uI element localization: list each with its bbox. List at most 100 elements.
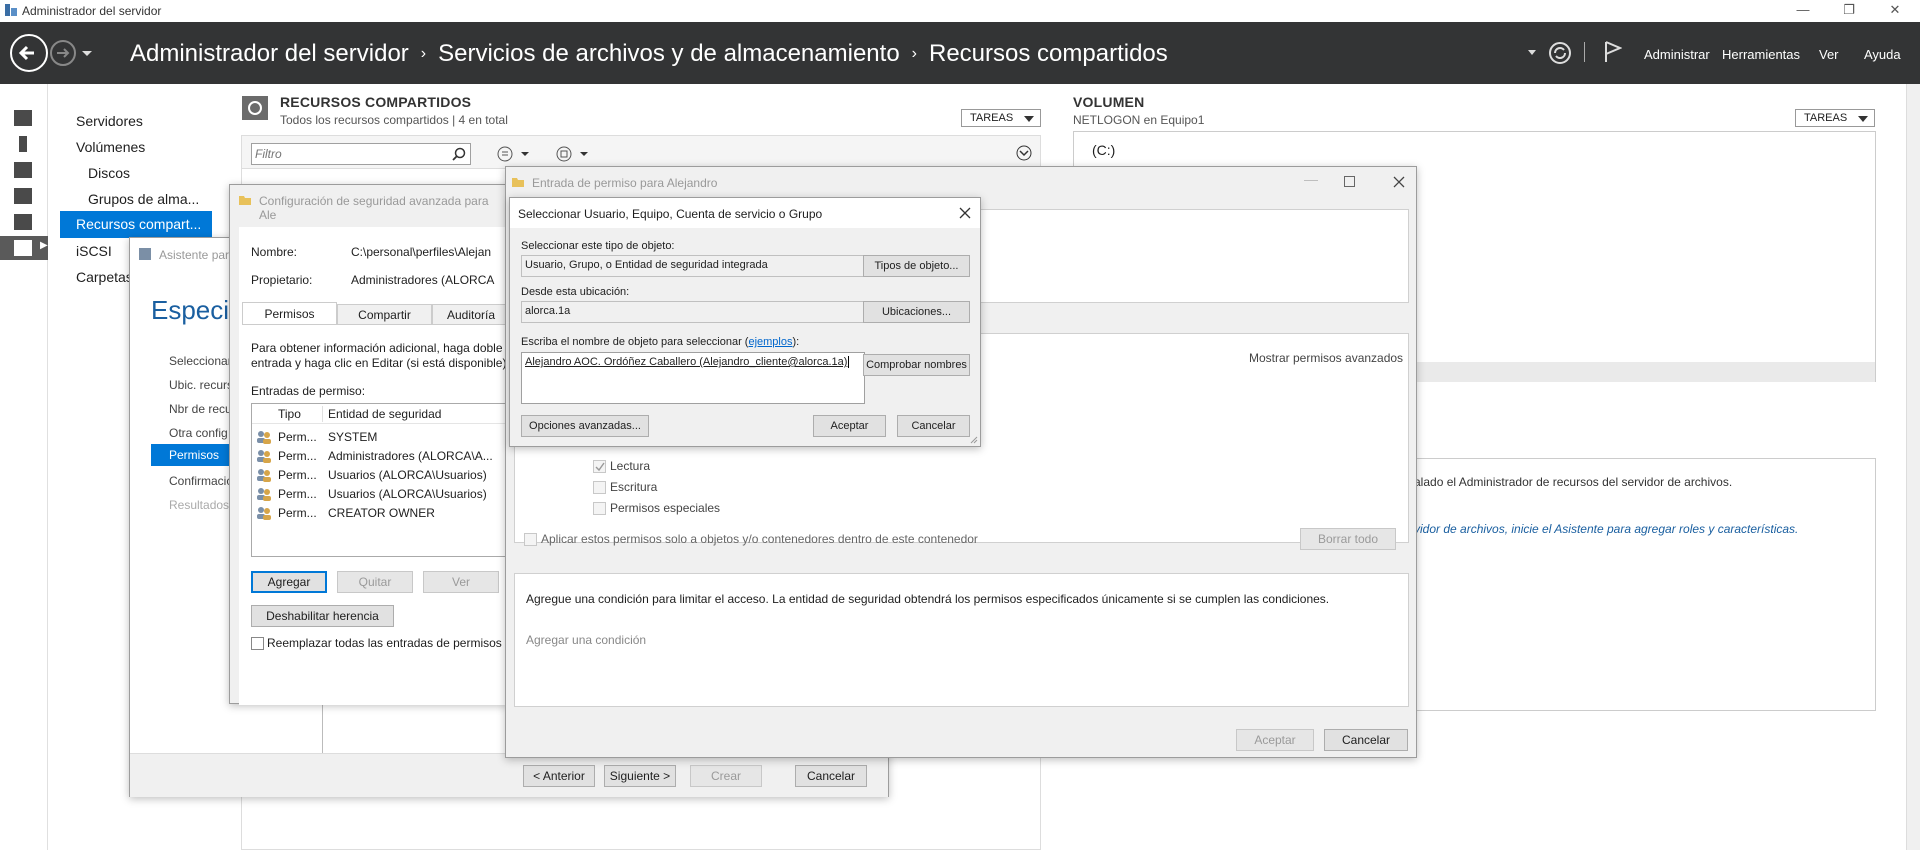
- write-checkbox[interactable]: [593, 481, 606, 494]
- menu-administrar[interactable]: Administrar: [1644, 47, 1710, 62]
- wizard-next-button[interactable]: Siguiente >: [604, 765, 676, 787]
- refresh-icon[interactable]: [1548, 41, 1572, 65]
- forward-button[interactable]: [50, 40, 76, 66]
- col-principal-header[interactable]: Entidad de seguridad: [328, 407, 441, 421]
- sidebar-item-shares[interactable]: Recursos compart...: [60, 211, 212, 238]
- permentry-title: Entrada de permiso para Alejandro: [532, 176, 718, 190]
- maximize-button[interactable]: ❐: [1826, 0, 1872, 22]
- maximize-icon[interactable]: [1344, 176, 1356, 188]
- owner-label: Propietario:: [251, 273, 313, 287]
- sidebar-item-servers[interactable]: Servidores: [76, 113, 143, 129]
- shares-section-icon: [242, 96, 268, 120]
- shares-tasks-dropdown[interactable]: TAREAS: [961, 109, 1041, 127]
- minimize-button[interactable]: —: [1296, 171, 1326, 187]
- close-button[interactable]: ✕: [1872, 0, 1918, 22]
- examples-link[interactable]: ejemplos: [748, 336, 792, 348]
- all-servers-icon[interactable]: [14, 162, 32, 178]
- storage-nav-selected[interactable]: ▶: [0, 236, 48, 260]
- clear-all-button[interactable]: Borrar todo: [1300, 528, 1396, 550]
- users-icon: [257, 450, 271, 463]
- sidebar-item-storage-pools[interactable]: Grupos de alma...: [88, 191, 199, 207]
- menu-ayuda[interactable]: Ayuda: [1864, 47, 1901, 62]
- col-type-header[interactable]: Tipo: [278, 407, 301, 421]
- sidebar-item-disks[interactable]: Discos: [88, 165, 130, 181]
- remove-button[interactable]: Quitar: [337, 571, 413, 593]
- tab-auditoria[interactable]: Auditoría: [432, 304, 510, 325]
- volume-tasks-dropdown[interactable]: TAREAS: [1795, 109, 1875, 127]
- wizard-create-button[interactable]: Crear: [690, 765, 762, 787]
- special-permissions-label: Permisos especiales: [610, 501, 721, 515]
- permission-entry-row[interactable]: Perm... CREATOR OWNER: [252, 504, 509, 523]
- volume-title: VOLUMEN: [1073, 94, 1145, 110]
- tab-permisos[interactable]: Permisos: [242, 302, 337, 325]
- permission-entry-row[interactable]: Perm... Administradores (ALORCA\A...: [252, 447, 509, 466]
- permentry-cancel-button[interactable]: Cancelar: [1324, 729, 1408, 751]
- sidebar-item-work-folders[interactable]: Carpetas: [76, 269, 133, 285]
- object-name-textarea[interactable]: Alejandro AOC. Ordóñez Caballero (Alejan…: [521, 352, 865, 404]
- apply-only-label: Aplicar estos permisos solo a objetos y/…: [541, 532, 978, 546]
- menu-ver[interactable]: Ver: [1819, 47, 1839, 62]
- select-ok-button[interactable]: Aceptar: [813, 415, 886, 437]
- history-dropdown-icon[interactable]: [82, 50, 92, 58]
- info-line: entrada y haga clic en Editar (si está d…: [251, 356, 507, 370]
- chevron-down-icon[interactable]: [1528, 50, 1536, 56]
- wizard-step: Nbr de recu: [169, 402, 232, 416]
- entry-principal: Usuarios (ALORCA\Usuarios): [328, 468, 487, 482]
- close-icon[interactable]: [1393, 176, 1405, 188]
- name-label: Nombre:: [251, 245, 298, 259]
- local-server-icon[interactable]: [19, 136, 27, 152]
- entries-label: Entradas de permiso:: [251, 384, 366, 398]
- sidebar-item-volumes[interactable]: Volúmenes: [76, 139, 145, 155]
- entry-type: Perm...: [278, 506, 317, 520]
- collapse-chevron-icon[interactable]: [1016, 145, 1032, 161]
- filter-input[interactable]: [251, 143, 471, 165]
- save-query-icon[interactable]: [556, 146, 592, 162]
- permission-entry-row[interactable]: Perm... Usuarios (ALORCA\Usuarios): [252, 466, 509, 485]
- resize-grip-icon[interactable]: [970, 436, 978, 444]
- add-condition-link[interactable]: Agregar una condición: [526, 633, 646, 647]
- search-icon[interactable]: [452, 147, 466, 161]
- show-advanced-permissions-link[interactable]: Mostrar permisos avanzados: [1249, 351, 1403, 365]
- permission-entry-row[interactable]: Perm... Usuarios (ALORCA\Usuarios): [252, 485, 509, 504]
- add-roles-wizard-link[interactable]: vidor de archivos, inicie el Asistente p…: [1414, 522, 1798, 536]
- object-types-button[interactable]: Tipos de objeto...: [863, 255, 970, 277]
- dashboard-icon[interactable]: [14, 110, 32, 126]
- permentry-ok-button[interactable]: Aceptar: [1236, 729, 1314, 751]
- users-icon: [257, 507, 271, 520]
- back-button[interactable]: [10, 34, 48, 72]
- view-button[interactable]: Ver: [423, 571, 499, 593]
- entry-principal: CREATOR OWNER: [328, 506, 435, 520]
- fsrm-note: alado el Administrador de recursos del s…: [1414, 475, 1733, 489]
- sidebar-item-iscsi[interactable]: iSCSI: [76, 243, 112, 259]
- tab-compartir[interactable]: Compartir: [337, 304, 432, 325]
- replace-child-permissions-checkbox[interactable]: [251, 637, 264, 650]
- select-cancel-button[interactable]: Cancelar: [897, 415, 970, 437]
- breadcrumb-item[interactable]: Recursos compartidos: [929, 40, 1168, 67]
- breadcrumb-item[interactable]: Servicios de archivos y de almacenamient…: [438, 40, 900, 67]
- entry-principal: Usuarios (ALORCA\Usuarios): [328, 487, 487, 501]
- add-button[interactable]: Agregar: [251, 571, 327, 593]
- list-view-options-icon[interactable]: [497, 146, 533, 162]
- read-checkbox[interactable]: [593, 460, 606, 473]
- apply-only-checkbox[interactable]: [524, 533, 537, 546]
- special-permissions-checkbox[interactable]: [593, 502, 606, 515]
- object-name-value: Alejandro AOC. Ordóñez Caballero (Alejan…: [525, 356, 848, 368]
- wizard-prev-button[interactable]: < Anterior: [523, 765, 595, 787]
- disable-inheritance-button[interactable]: Deshabilitar herencia: [251, 605, 394, 627]
- wizard-cancel-button[interactable]: Cancelar: [795, 765, 867, 787]
- iis-icon[interactable]: [14, 214, 32, 230]
- main-scrollbar[interactable]: [1906, 84, 1920, 850]
- users-icon: [257, 469, 271, 482]
- notifications-flag-icon[interactable]: [1604, 40, 1622, 64]
- object-name-label-suffix: ):: [792, 336, 800, 348]
- breadcrumb-item[interactable]: Administrador del servidor: [130, 40, 409, 67]
- minimize-button[interactable]: —: [1780, 0, 1826, 22]
- check-names-button[interactable]: Comprobar nombres: [863, 354, 970, 376]
- locations-button[interactable]: Ubicaciones...: [863, 301, 970, 323]
- menu-herramientas[interactable]: Herramientas: [1722, 47, 1800, 62]
- file-services-icon[interactable]: [14, 188, 32, 204]
- close-icon[interactable]: [959, 207, 971, 219]
- entry-principal: Administradores (ALORCA\A...: [328, 449, 493, 463]
- permission-entry-row[interactable]: Perm... SYSTEM: [252, 428, 509, 447]
- advanced-options-button[interactable]: Opciones avanzadas...: [521, 415, 649, 437]
